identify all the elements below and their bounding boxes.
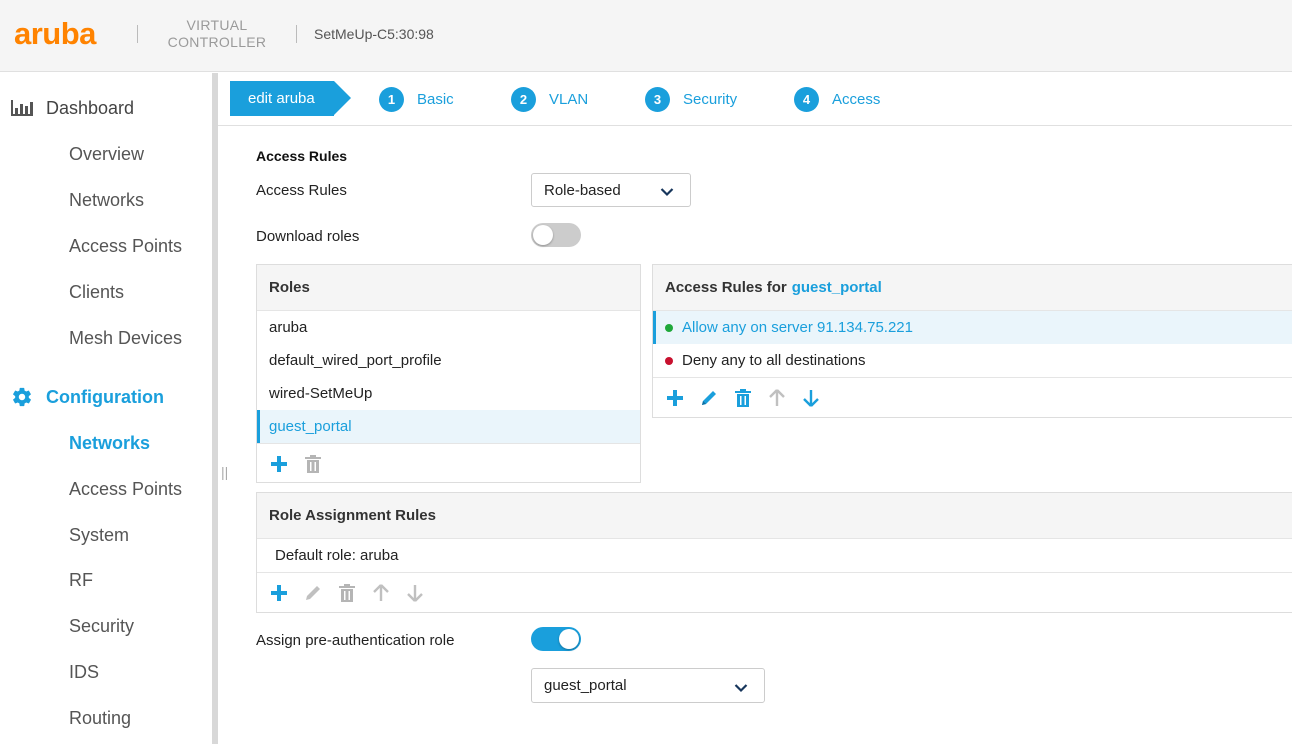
edit-pencil-icon[interactable] (302, 582, 324, 604)
step-number: 3 (645, 87, 670, 112)
preauth-role-select[interactable]: guest_portal (531, 668, 765, 703)
download-roles-toggle[interactable] (531, 223, 581, 247)
section-title: Access Rules (256, 148, 348, 164)
rule-item-deny[interactable]: Deny any to all destinations (653, 344, 1292, 377)
sidebar-item-networks-dashboard[interactable]: Networks (69, 190, 144, 211)
chevron-down-icon (660, 184, 674, 201)
sidebar-item-networks[interactable]: Networks (69, 433, 150, 454)
arrow-up-icon[interactable] (766, 387, 788, 409)
role-assignment-panel: Role Assignment Rules Default role: arub… (256, 492, 1292, 613)
roles-panel-header: Roles (257, 265, 640, 311)
add-icon[interactable] (268, 453, 290, 475)
step-number: 2 (511, 87, 536, 112)
sidebar-section-configuration[interactable]: Configuration (10, 385, 164, 409)
role-item-guest-portal[interactable]: guest_portal (257, 410, 640, 443)
wizard-step-vlan[interactable]: 2 VLAN (511, 87, 588, 112)
access-rules-toolbar (653, 377, 1292, 417)
sidebar-item-mesh-devices[interactable]: Mesh Devices (69, 328, 182, 349)
app-header: aruba VIRTUAL CONTROLLER SetMeUp-C5:30:9… (0, 0, 1292, 72)
bar-chart-icon (10, 98, 34, 118)
toggle-knob (559, 629, 579, 649)
selected-role-name: guest_portal (791, 279, 882, 296)
step-label: Basic (417, 91, 454, 108)
rule-item-allow[interactable]: Allow any on server 91.134.75.221 (653, 311, 1292, 344)
sidebar-item-security[interactable]: Security (69, 616, 134, 637)
add-icon[interactable] (268, 582, 290, 604)
sidebar-section-label: Configuration (46, 386, 164, 407)
aruba-logo[interactable]: aruba (14, 16, 96, 52)
arrow-down-icon[interactable] (800, 387, 822, 409)
header-divider (296, 25, 297, 43)
wizard-step-access[interactable]: 4 Access (794, 87, 880, 112)
sidebar-item-access-points[interactable]: Access Points (69, 479, 182, 500)
deny-status-dot (665, 356, 673, 365)
role-item-aruba[interactable]: aruba (257, 311, 640, 344)
role-item-wired-setmeup[interactable]: wired-SetMeUp (257, 377, 640, 410)
step-label: VLAN (549, 91, 589, 108)
roles-toolbar (257, 443, 640, 483)
sidebar-section-label: Dashboard (46, 97, 135, 118)
gear-icon (10, 387, 34, 407)
select-value: Role-based (544, 181, 621, 199)
trash-icon[interactable] (336, 582, 358, 604)
preauth-role-toggle[interactable] (531, 627, 581, 651)
sidebar-item-overview[interactable]: Overview (69, 144, 144, 165)
trash-icon[interactable] (732, 387, 754, 409)
add-icon[interactable] (664, 387, 686, 409)
sidebar-section-dashboard[interactable]: Dashboard (10, 96, 134, 120)
main-content: Access Rules Access Rules Role-based Dow… (218, 127, 1292, 744)
wizard-step-security[interactable]: 3 Security (645, 87, 737, 112)
arrow-up-icon[interactable] (370, 582, 392, 604)
edit-network-tab[interactable]: edit aruba (230, 81, 351, 116)
access-rules-panel-header: Access Rules for guest_portal (653, 265, 1292, 311)
trash-icon[interactable] (302, 453, 324, 475)
select-value: guest_portal (544, 677, 627, 694)
sidebar-item-access-points-dashboard[interactable]: Access Points (69, 236, 182, 257)
chevron-down-icon (734, 680, 748, 697)
default-role-row: Default role: aruba (275, 547, 399, 564)
header-divider (137, 25, 138, 43)
sidebar-item-system[interactable]: System (69, 525, 129, 546)
allow-status-dot (665, 323, 673, 332)
access-rules-panel: Access Rules for guest_portal Allow any … (652, 264, 1292, 418)
sidebar-item-routing[interactable]: Routing (69, 708, 131, 729)
access-rules-label: Access Rules (256, 182, 347, 199)
download-roles-label: Download roles (256, 228, 360, 245)
role-assignment-toolbar (257, 572, 1292, 612)
roles-panel: Roles aruba default_wired_port_profile w… (256, 264, 641, 483)
step-label: Access (832, 91, 881, 108)
edit-pencil-icon[interactable] (698, 387, 720, 409)
role-item-default-wired-port-profile[interactable]: default_wired_port_profile (257, 344, 640, 377)
step-label: Security (683, 91, 738, 108)
preauth-role-label: Assign pre-authentication role (256, 632, 455, 649)
sidebar-item-clients[interactable]: Clients (69, 282, 124, 303)
product-name: VIRTUAL CONTROLLER (167, 17, 267, 50)
step-number: 1 (379, 87, 404, 112)
arrow-down-icon[interactable] (404, 582, 426, 604)
role-assignment-panel-header: Role Assignment Rules (257, 493, 1292, 539)
wizard-step-basic[interactable]: 1 Basic (379, 87, 454, 112)
step-number: 4 (794, 87, 819, 112)
toggle-knob (533, 225, 553, 245)
wizard-steps-bar: edit aruba 1 Basic 2 VLAN 3 Security 4 A… (218, 73, 1292, 126)
access-rules-select[interactable]: Role-based (531, 173, 691, 207)
device-name: SetMeUp-C5:30:98 (314, 26, 434, 42)
sidebar-item-rf[interactable]: RF (69, 570, 93, 591)
sidebar-item-ids[interactable]: IDS (69, 662, 99, 683)
